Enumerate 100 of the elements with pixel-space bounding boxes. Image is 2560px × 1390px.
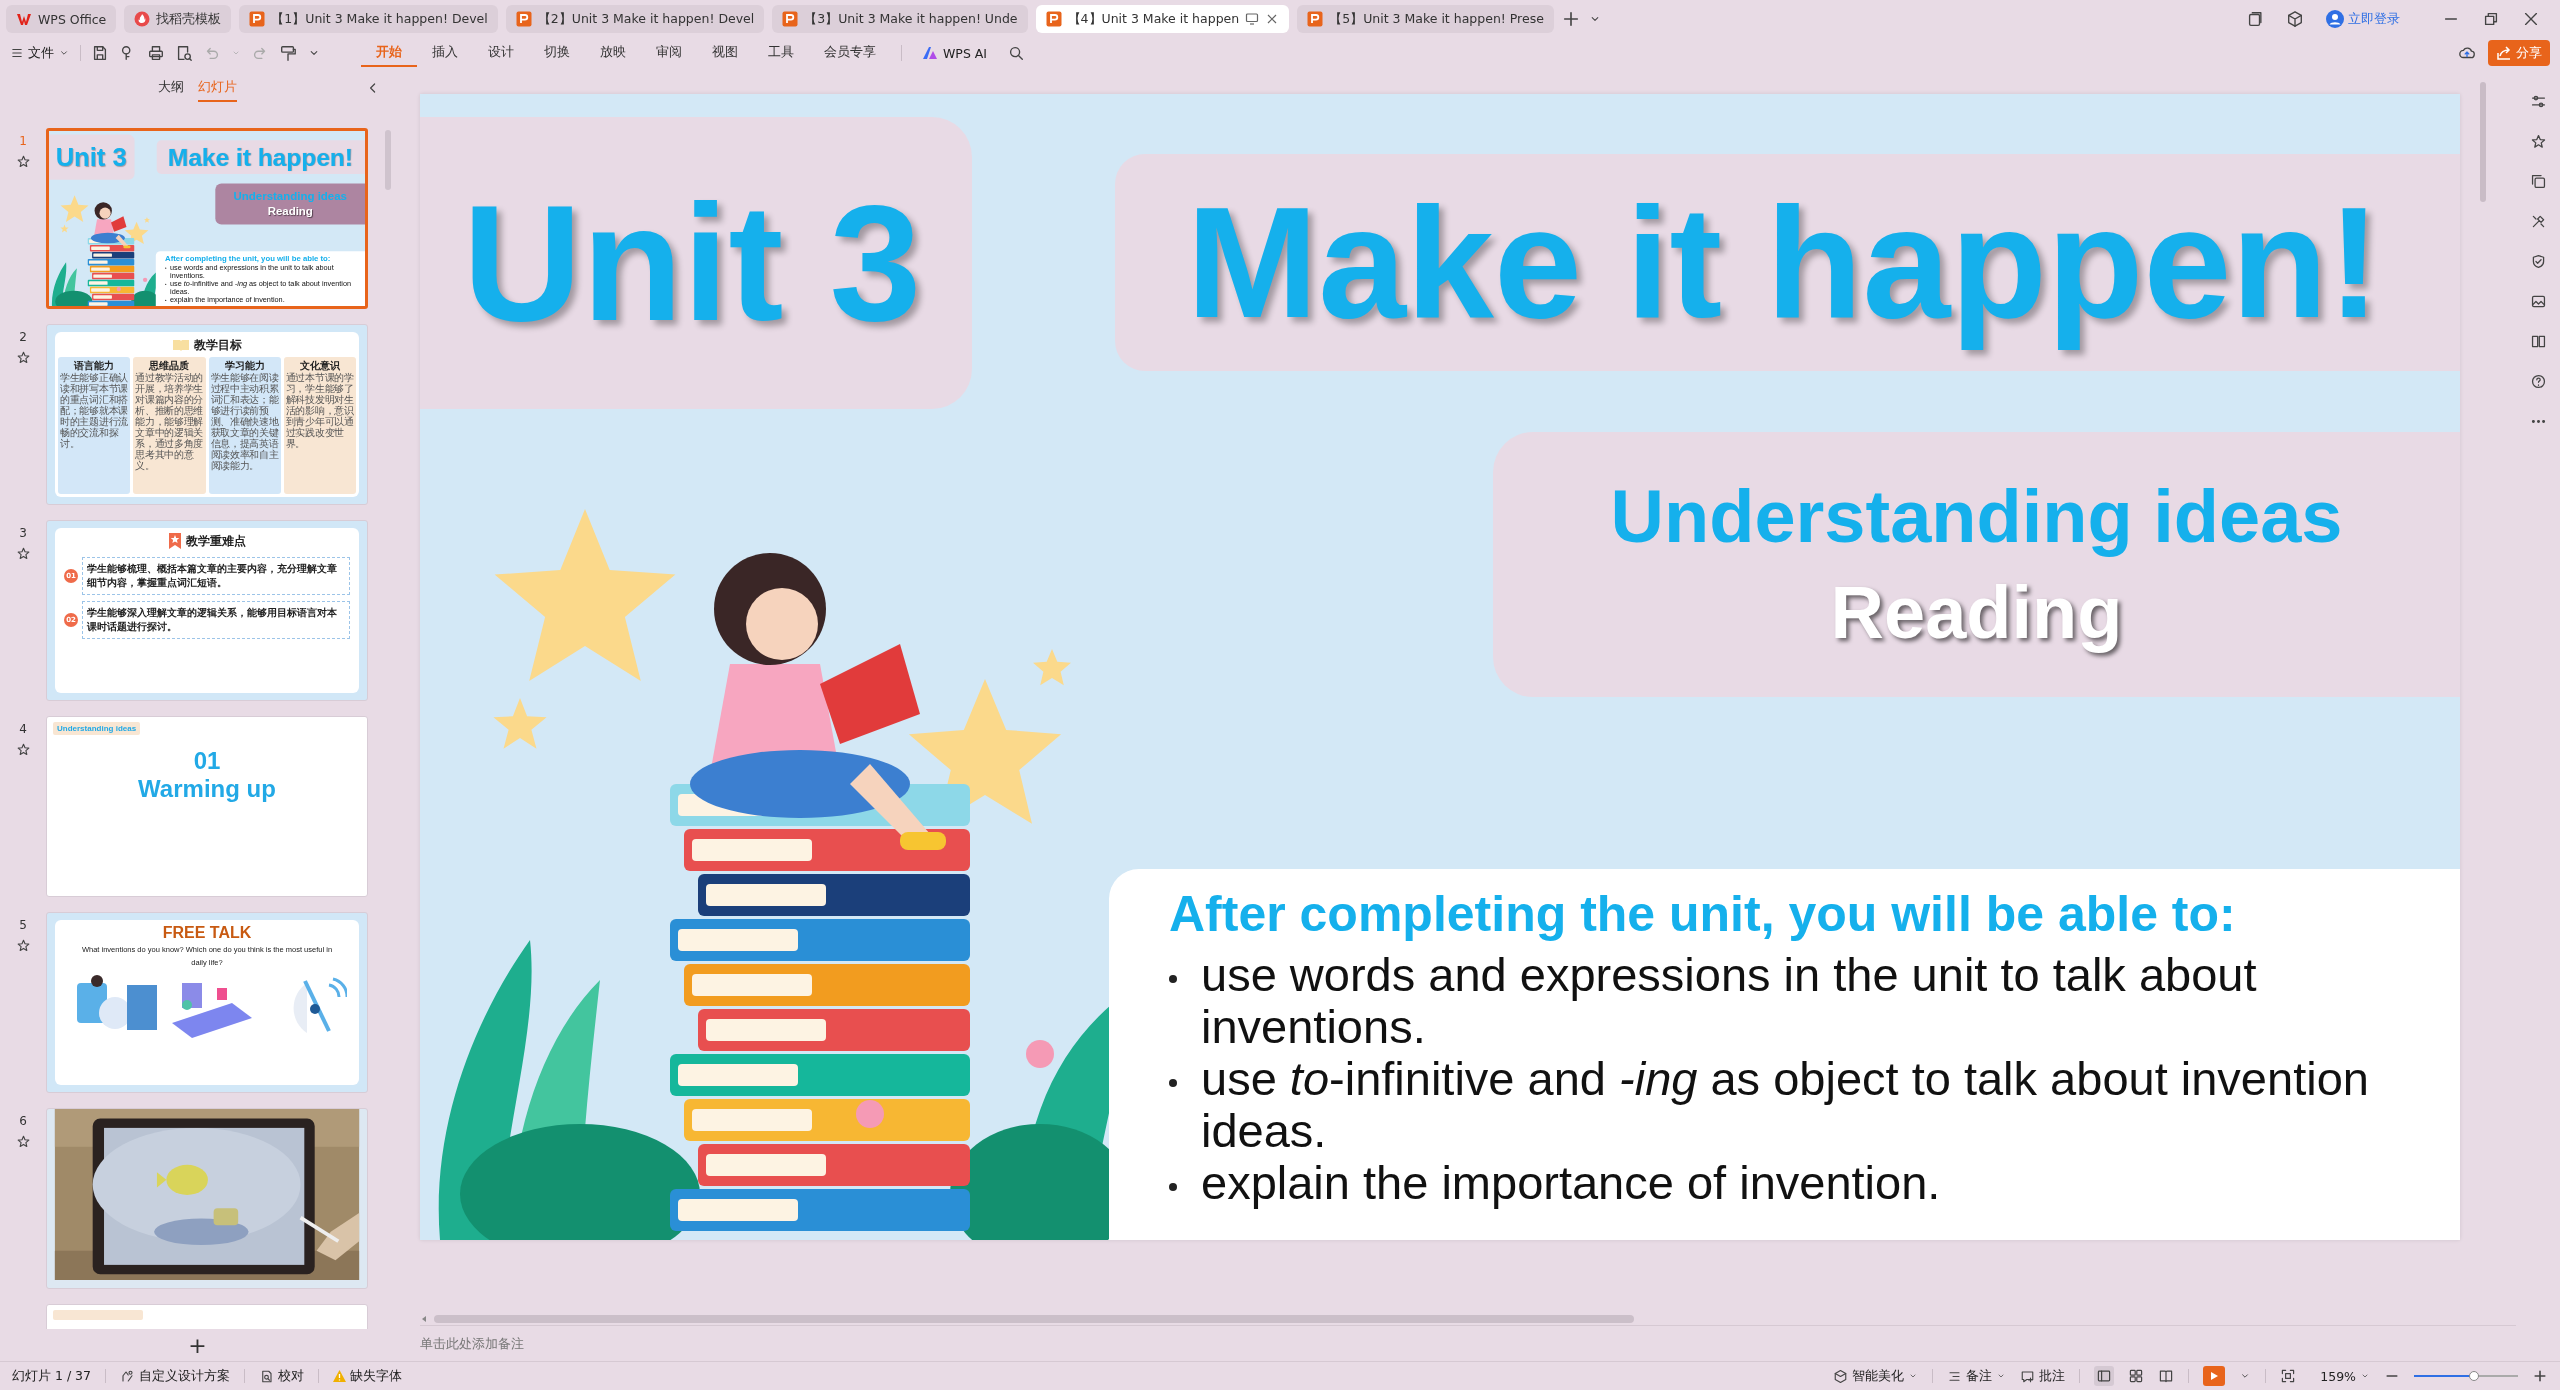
star-icon[interactable] bbox=[15, 938, 31, 953]
reading-view-icon[interactable] bbox=[2158, 1368, 2175, 1384]
presentation-file-icon bbox=[515, 11, 532, 27]
menu-tab[interactable]: 插入 bbox=[417, 39, 473, 67]
proofread-icon bbox=[259, 1368, 274, 1384]
proofread-button[interactable]: 校对 bbox=[259, 1367, 304, 1385]
objective-heading: 语言能力 bbox=[73, 359, 116, 372]
slide-heading: FREE TALK bbox=[162, 923, 252, 943]
slider-thumb[interactable] bbox=[2469, 1371, 2480, 1381]
slide-number: 4 bbox=[19, 722, 27, 736]
menu-tab[interactable]: 工具 bbox=[753, 39, 809, 67]
star-icon[interactable] bbox=[15, 742, 31, 757]
bookmark-star-icon bbox=[168, 533, 182, 549]
scroll-left-icon[interactable] bbox=[420, 1314, 428, 1323]
format-painter-icon[interactable] bbox=[279, 44, 297, 62]
star-icon[interactable] bbox=[15, 154, 31, 169]
menu-tab[interactable]: 放映 bbox=[585, 39, 641, 67]
key-point-text: 学生能够梳理、概括本篇文章的主要内容，充分理解文章细节内容，掌握重点词汇短语。 bbox=[82, 557, 350, 595]
notes-field[interactable]: 单击此处添加备注 bbox=[420, 1336, 820, 1352]
slide-number: 1 bbox=[19, 134, 27, 148]
menu-tab[interactable]: 设计 bbox=[473, 39, 529, 67]
wps-ai-button[interactable]: WPS AI bbox=[912, 45, 998, 61]
document-tab[interactable]: 【2】Unit 3 Make it happen! Devel bbox=[505, 5, 765, 33]
star-icon[interactable] bbox=[2529, 133, 2547, 150]
print-icon[interactable] bbox=[147, 44, 165, 62]
close-icon[interactable] bbox=[2522, 10, 2540, 28]
slide-title: Make it happen! bbox=[1186, 172, 2382, 352]
bullet-icon bbox=[1169, 1079, 1177, 1087]
objective-text: 通过本节课的学习，学生能够了解科技发明对生活的影响，意识到青少年可以通过实践改变世界。 bbox=[285, 372, 354, 449]
window-stack-icon[interactable] bbox=[2246, 10, 2264, 28]
missing-fonts-button[interactable]: 缺失字体 bbox=[333, 1367, 402, 1385]
document-tab[interactable]: 【5】Unit 3 Make it happen! Prese bbox=[1297, 5, 1554, 33]
presentation-file-icon bbox=[782, 11, 799, 27]
slideshow-button[interactable] bbox=[2203, 1366, 2226, 1386]
restore-icon[interactable] bbox=[2482, 10, 2500, 28]
notes-button[interactable]: 备注 bbox=[1947, 1367, 2007, 1385]
section-tag: Understanding ideas bbox=[53, 722, 141, 735]
document-tab[interactable]: 【4】Unit 3 Make it happen bbox=[1035, 5, 1290, 33]
document-tab[interactable]: WPS Office bbox=[6, 5, 117, 33]
beautify-button[interactable]: 智能美化 bbox=[1833, 1367, 1919, 1385]
print-preview-icon[interactable] bbox=[175, 44, 193, 62]
document-tab[interactable]: 【1】Unit 3 Make it happen! Devel bbox=[239, 5, 498, 33]
star-icon[interactable] bbox=[15, 546, 31, 561]
goal-item: use to-infinitive and -ing as object to talk about invention ideas. bbox=[1201, 1053, 2370, 1157]
copy-icon[interactable] bbox=[2529, 173, 2547, 190]
ai-logo-icon bbox=[922, 45, 938, 61]
monitor-icon[interactable] bbox=[1245, 12, 1260, 26]
menu-icon bbox=[10, 46, 24, 60]
objective-text: 学生能够在阅读过程中主动积累词汇和表达；能够进行读前预测、准确快速地获取文章的关键信息，提高英语阅读效率和自主阅读能力。 bbox=[210, 372, 279, 471]
scrollbar-thumb[interactable] bbox=[434, 1314, 1634, 1323]
book-icon bbox=[172, 339, 190, 351]
search-icon[interactable] bbox=[1007, 44, 1026, 62]
document-tab[interactable]: 【3】Unit 3 Make it happen! Unde bbox=[772, 5, 1028, 33]
settings-sliders-icon[interactable] bbox=[2529, 93, 2547, 110]
add-tab-icon[interactable] bbox=[1561, 10, 1580, 28]
objective-text: 通过教学活动的开展，培养学生对课篇内容的分析、推断的思维能力，能够理解文章中的逻辑关系，通过多角度思考其中的意义。 bbox=[135, 372, 204, 471]
zoom-in-icon[interactable] bbox=[2532, 1368, 2548, 1384]
fit-window-icon[interactable] bbox=[2280, 1368, 2297, 1384]
zoom-dropdown[interactable]: 159% bbox=[2320, 1368, 2370, 1384]
slide-heading: 教学重难点 bbox=[186, 532, 246, 550]
section-label: Reading bbox=[267, 204, 313, 218]
image-edit-icon[interactable] bbox=[2529, 293, 2547, 310]
presentation-file-icon bbox=[1045, 11, 1062, 27]
unit-heading: Unit 3 bbox=[55, 141, 128, 174]
comment-icon bbox=[2020, 1368, 2036, 1384]
star-icon[interactable] bbox=[15, 1134, 31, 1149]
panel-tab[interactable]: 大纲 bbox=[158, 74, 184, 102]
section-label: Reading bbox=[1830, 569, 2123, 655]
slide-counter: 幻灯片 1 / 37 bbox=[12, 1367, 91, 1385]
comment-button[interactable]: 批注 bbox=[2020, 1367, 2066, 1385]
slide-number: 2 bbox=[19, 330, 27, 344]
design-scheme-icon bbox=[120, 1368, 135, 1384]
slide-number: 5 bbox=[19, 918, 27, 932]
add-slide-button[interactable]: + bbox=[188, 1332, 207, 1358]
login-link[interactable]: 立即登录 bbox=[2326, 10, 2400, 28]
menu-tab[interactable]: 审阅 bbox=[641, 39, 697, 67]
slide-canvas[interactable] bbox=[420, 94, 2460, 1240]
cube-icon[interactable] bbox=[2286, 10, 2304, 28]
grid-view-icon[interactable] bbox=[2128, 1368, 2145, 1384]
user-avatar-icon bbox=[2326, 10, 2344, 28]
design-scheme-button[interactable]: 自定义设计方案 bbox=[120, 1367, 230, 1385]
bullet-icon bbox=[1169, 1183, 1177, 1191]
scrollbar-thumb[interactable] bbox=[385, 130, 391, 190]
menu-tab[interactable]: 会员专享 bbox=[809, 39, 891, 67]
normal-view-icon[interactable] bbox=[2094, 1366, 2115, 1386]
slide-subtitle: Understanding ideas bbox=[233, 189, 347, 204]
slide-title: Make it happen! bbox=[167, 142, 354, 173]
menu-tab[interactable]: 视图 bbox=[697, 39, 753, 67]
wps-logo-icon bbox=[16, 11, 32, 27]
scrollbar-thumb[interactable] bbox=[2480, 82, 2486, 202]
help-icon[interactable] bbox=[2529, 373, 2547, 390]
menu-tab[interactable]: 切换 bbox=[529, 39, 585, 67]
slide-thumbnail[interactable] bbox=[46, 128, 368, 309]
document-tab[interactable]: 找稻壳模板 bbox=[124, 5, 232, 33]
slide-number: 6 bbox=[19, 1114, 27, 1128]
file-menu-button[interactable]: 文件 bbox=[10, 44, 70, 62]
goal-item: use words and expressions in the unit to talk about inventions. bbox=[1201, 949, 2258, 1053]
star-icon[interactable] bbox=[15, 350, 31, 365]
book-icon[interactable] bbox=[2529, 333, 2547, 350]
save-icon[interactable] bbox=[91, 44, 109, 62]
